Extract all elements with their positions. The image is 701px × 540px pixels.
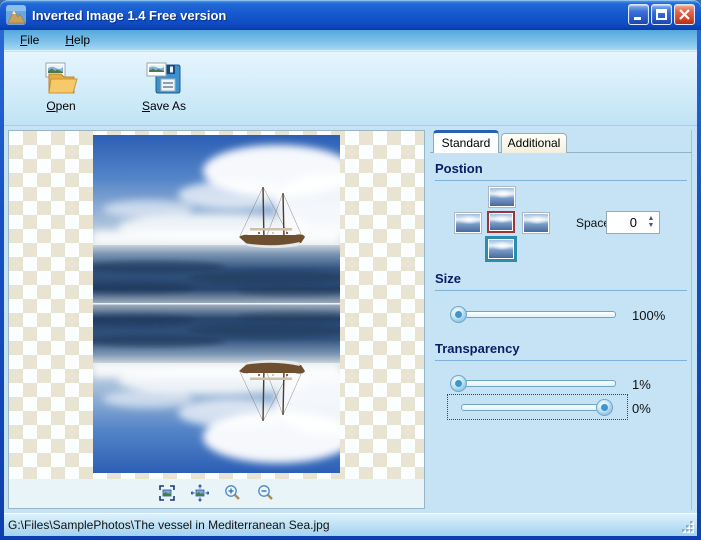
preview-panel bbox=[8, 130, 425, 509]
position-left-button[interactable] bbox=[454, 212, 482, 234]
position-top-button[interactable] bbox=[488, 186, 516, 208]
maximize-button[interactable] bbox=[651, 4, 672, 25]
save-floppy-icon bbox=[146, 62, 181, 94]
status-file-path: G:\Files\SamplePhotos\The vessel in Medi… bbox=[8, 518, 330, 532]
preview-image bbox=[93, 135, 340, 473]
position-right-button[interactable] bbox=[522, 212, 550, 234]
transparency-divider bbox=[435, 360, 687, 361]
tab-standard[interactable]: Standard bbox=[433, 130, 499, 153]
fit-window-icon[interactable] bbox=[158, 484, 176, 502]
position-divider bbox=[435, 180, 687, 181]
transparency-slider1-handle[interactable] bbox=[450, 375, 467, 392]
size-slider-track[interactable] bbox=[454, 311, 616, 318]
zoom-out-icon[interactable] bbox=[257, 484, 275, 502]
close-button[interactable] bbox=[674, 4, 695, 25]
settings-panel: Standard Additional Postion Space 0 ▲ ▼ … bbox=[430, 130, 692, 510]
app-icon bbox=[6, 5, 26, 25]
save-as-button-label: Save As bbox=[141, 99, 187, 113]
zoom-toolbar bbox=[9, 480, 424, 506]
open-button-label: Open bbox=[46, 99, 76, 113]
menu-file[interactable]: File bbox=[14, 31, 45, 49]
space-label: Space bbox=[576, 216, 611, 230]
tab-additional[interactable]: Additional bbox=[501, 133, 567, 153]
position-bottom-button[interactable] bbox=[485, 236, 517, 262]
size-value: 100% bbox=[632, 308, 666, 323]
open-button[interactable]: Open bbox=[26, 62, 96, 122]
transparency-slider2-track[interactable] bbox=[461, 404, 613, 411]
thumbnail-image bbox=[524, 214, 548, 232]
client-area: File Help Open Save As Standard Addition… bbox=[4, 30, 697, 536]
save-as-button[interactable]: Save As bbox=[129, 62, 199, 122]
size-slider-handle[interactable] bbox=[450, 306, 467, 323]
transparency-slider2-handle[interactable] bbox=[596, 399, 613, 416]
thumbnail-image bbox=[490, 188, 514, 206]
size-divider bbox=[435, 290, 687, 291]
space-spin-buttons: ▲ ▼ bbox=[643, 212, 659, 233]
transparency-slider1-track[interactable] bbox=[454, 380, 616, 387]
transparency-value1: 1% bbox=[632, 377, 651, 392]
thumbnail-image bbox=[490, 214, 512, 230]
space-spinner: 0 ▲ ▼ bbox=[606, 211, 660, 234]
menu-help[interactable]: Help bbox=[59, 31, 96, 49]
transparency-heading: Transparency bbox=[435, 341, 520, 356]
thumbnail-image bbox=[456, 214, 480, 232]
title-bar: Inverted Image 1.4 Free version bbox=[0, 0, 701, 30]
minimize-button[interactable] bbox=[628, 4, 649, 25]
status-bar: G:\Files\SamplePhotos\The vessel in Medi… bbox=[4, 513, 697, 536]
position-center-button[interactable] bbox=[487, 211, 515, 233]
actual-size-icon[interactable] bbox=[191, 484, 209, 502]
toolbar: Open Save As bbox=[4, 52, 697, 126]
size-heading: Size bbox=[435, 271, 462, 286]
transparency-value2: 0% bbox=[632, 401, 651, 416]
open-folder-icon bbox=[45, 62, 78, 94]
spin-down-icon[interactable]: ▼ bbox=[648, 222, 655, 229]
menu-bar: File Help bbox=[4, 30, 697, 51]
space-input[interactable]: 0 bbox=[607, 215, 643, 230]
window-title: Inverted Image 1.4 Free version bbox=[32, 7, 227, 23]
resize-grip[interactable] bbox=[680, 519, 695, 534]
position-heading: Postion bbox=[435, 161, 483, 176]
thumbnail-image bbox=[489, 240, 513, 258]
zoom-in-icon[interactable] bbox=[224, 484, 242, 502]
app-window: Inverted Image 1.4 Free version File Hel… bbox=[0, 0, 701, 540]
transparency-checkerboard bbox=[9, 131, 424, 479]
